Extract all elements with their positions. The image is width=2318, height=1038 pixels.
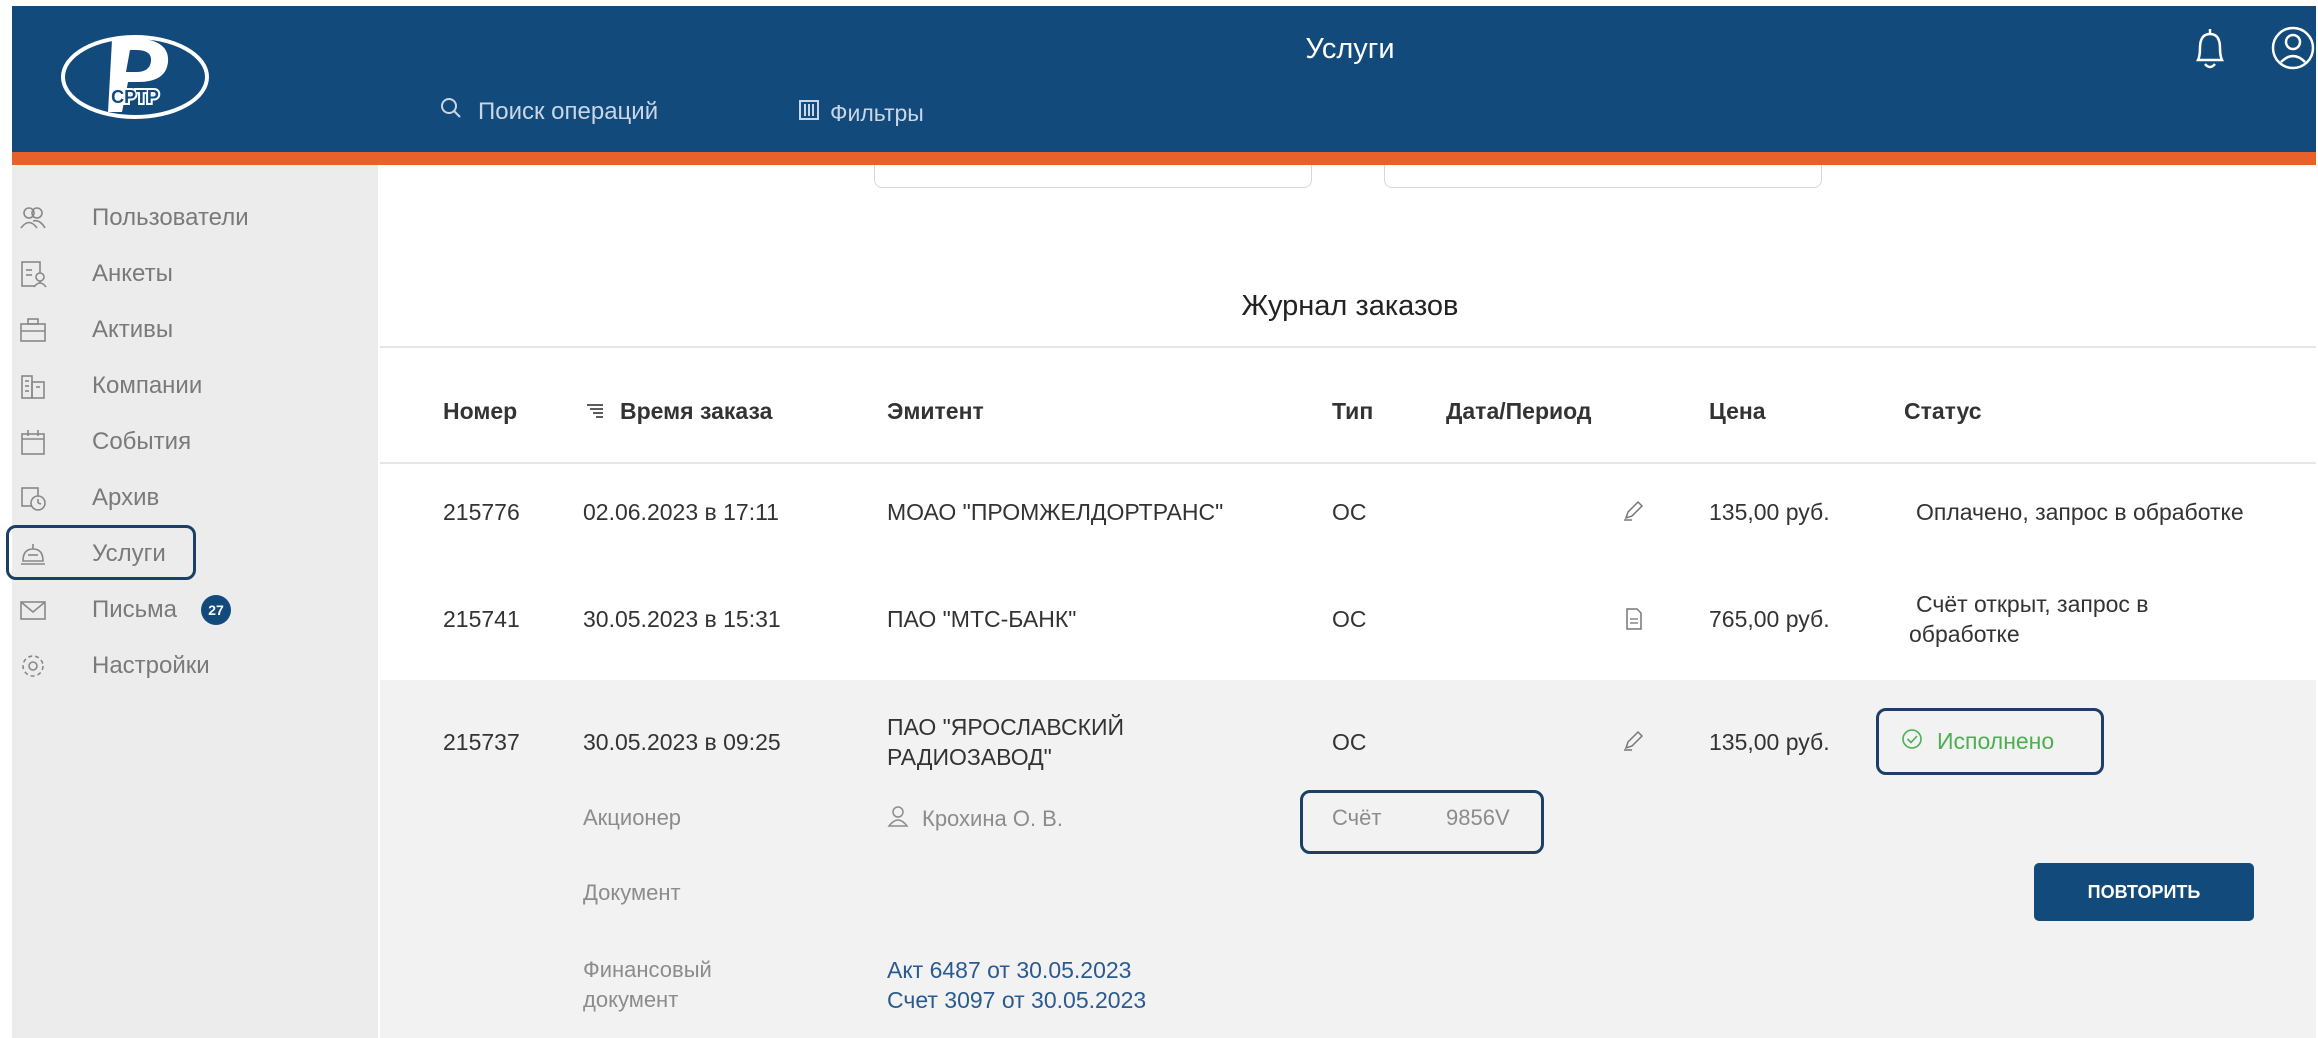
order-status-line: Счёт открыт, запрос в — [1916, 591, 2149, 617]
form-icon — [16, 257, 50, 291]
calendar-icon — [16, 425, 50, 459]
document-icon[interactable] — [1624, 607, 1644, 636]
order-price: 765,00 руб. — [1709, 606, 1830, 632]
filter-icon — [798, 99, 820, 127]
search-icon — [440, 97, 462, 126]
search-label: Поиск операций — [478, 97, 659, 125]
archive-clock-icon — [16, 481, 50, 515]
company-logo[interactable]: СРТР — [60, 32, 210, 122]
sidebar-item-label: Анкеты — [92, 260, 173, 287]
column-header-date-period[interactable]: Дата/Период — [1446, 398, 1591, 425]
unread-count-badge: 27 — [201, 595, 232, 625]
order-type: ОС — [1332, 729, 1367, 755]
issuer-name-line: ПАО "ЯРОСЛАВСКИЙ — [887, 714, 1125, 740]
sidebar-item-letters[interactable]: Письма 27 — [0, 584, 232, 636]
pen-icon[interactable] — [1622, 498, 1646, 527]
person-icon — [886, 804, 910, 833]
sidebar-item-label: Пользователи — [92, 204, 249, 231]
filter-field-stub[interactable] — [874, 165, 1312, 188]
sidebar-item-companies[interactable]: Компании — [0, 360, 202, 412]
sidebar-item-label: Компании — [92, 372, 203, 399]
filter-field-stub[interactable] — [1384, 165, 1822, 188]
order-number: 215741 — [443, 606, 520, 632]
order-time: 02.06.2023 в 17:11 — [583, 499, 779, 525]
status-completed-badge: Исполнено — [1876, 708, 2104, 775]
order-status: Оплачено, запрос в обработке — [1916, 499, 2244, 525]
sidebar-item-events[interactable]: События — [0, 416, 191, 468]
shareholder-name: Крохина О. В. — [922, 805, 1063, 831]
issuer-name: МОАО "ПРОМЖЕЛДОРТРАНС" — [887, 499, 1224, 525]
divider — [380, 462, 2316, 464]
document-label: Документ — [583, 880, 681, 905]
column-header-price[interactable]: Цена — [1709, 398, 1766, 425]
notifications-bell-icon[interactable] — [2190, 26, 2230, 74]
selected-item-highlight — [6, 525, 196, 580]
sort-icon — [586, 398, 604, 425]
page-title: Услуги — [1305, 33, 1395, 65]
column-header-status[interactable]: Статус — [1904, 398, 1982, 425]
financial-document-label: Финансовый — [583, 957, 712, 982]
user-profile-icon[interactable] — [2270, 24, 2316, 72]
order-number: 215737 — [443, 729, 520, 755]
order-time: 30.05.2023 в 09:25 — [583, 729, 781, 755]
pen-icon[interactable] — [1622, 728, 1646, 757]
order-type: ОС — [1332, 606, 1367, 632]
sidebar-item-label: Настройки — [92, 652, 210, 679]
order-time: 30.05.2023 в 15:31 — [583, 606, 781, 632]
envelope-icon — [16, 593, 50, 627]
check-circle-icon — [1901, 728, 1923, 756]
divider — [380, 346, 2316, 348]
sidebar-item-label: Активы — [92, 316, 174, 343]
sidebar-item-forms[interactable]: Анкеты — [0, 248, 173, 300]
account-highlight — [1300, 790, 1544, 854]
journal-title: Журнал заказов — [1241, 290, 1459, 322]
shareholder-value: Крохина О. В. — [886, 804, 1063, 833]
sidebar-item-label: События — [92, 428, 192, 455]
order-number: 215776 — [443, 499, 520, 525]
briefcase-icon — [16, 313, 50, 347]
users-icon — [16, 201, 50, 235]
sidebar-item-users[interactable]: Пользователи — [0, 192, 249, 244]
gear-icon — [16, 649, 50, 683]
shareholder-label: Акционер — [583, 805, 682, 830]
filters-button[interactable]: Фильтры — [798, 99, 924, 127]
header-accent-stripe — [12, 152, 2316, 165]
sidebar-item-assets[interactable]: Активы — [0, 304, 173, 356]
financial-document-label: документ — [583, 987, 679, 1012]
column-header-type[interactable]: Тип — [1332, 398, 1373, 425]
column-header-order-time[interactable]: Время заказа — [586, 398, 772, 425]
sidebar-item-archive[interactable]: Архив — [0, 472, 159, 524]
issuer-name-line: РАДИОЗАВОД" — [887, 744, 1052, 770]
svg-text:СРТР: СРТР — [111, 87, 159, 107]
order-status: Исполнено — [1937, 728, 2055, 754]
column-header-number[interactable]: Номер — [443, 398, 517, 425]
filters-label: Фильтры — [830, 99, 924, 126]
invoice-document-link[interactable]: Счет 3097 от 30.05.2023 — [887, 987, 1146, 1014]
sidebar-item-label: Архив — [92, 484, 160, 511]
issuer-name: ПАО "МТС-БАНК" — [887, 606, 1077, 632]
order-price: 135,00 руб. — [1709, 499, 1830, 525]
buildings-icon — [16, 369, 50, 403]
sidebar-item-label: Письма — [92, 596, 178, 623]
top-header — [12, 6, 2316, 152]
order-status-line: обработке — [1909, 621, 2020, 647]
column-header-issuer[interactable]: Эмитент — [887, 398, 984, 425]
sidebar-item-settings[interactable]: Настройки — [0, 640, 210, 692]
act-document-link[interactable]: Акт 6487 от 30.05.2023 — [887, 957, 1131, 984]
repeat-button[interactable]: ПОВТОРИТЬ — [2034, 863, 2254, 921]
order-type: ОС — [1332, 499, 1367, 525]
order-price: 135,00 руб. — [1709, 729, 1830, 755]
search-operations[interactable]: Поиск операций — [440, 97, 658, 126]
